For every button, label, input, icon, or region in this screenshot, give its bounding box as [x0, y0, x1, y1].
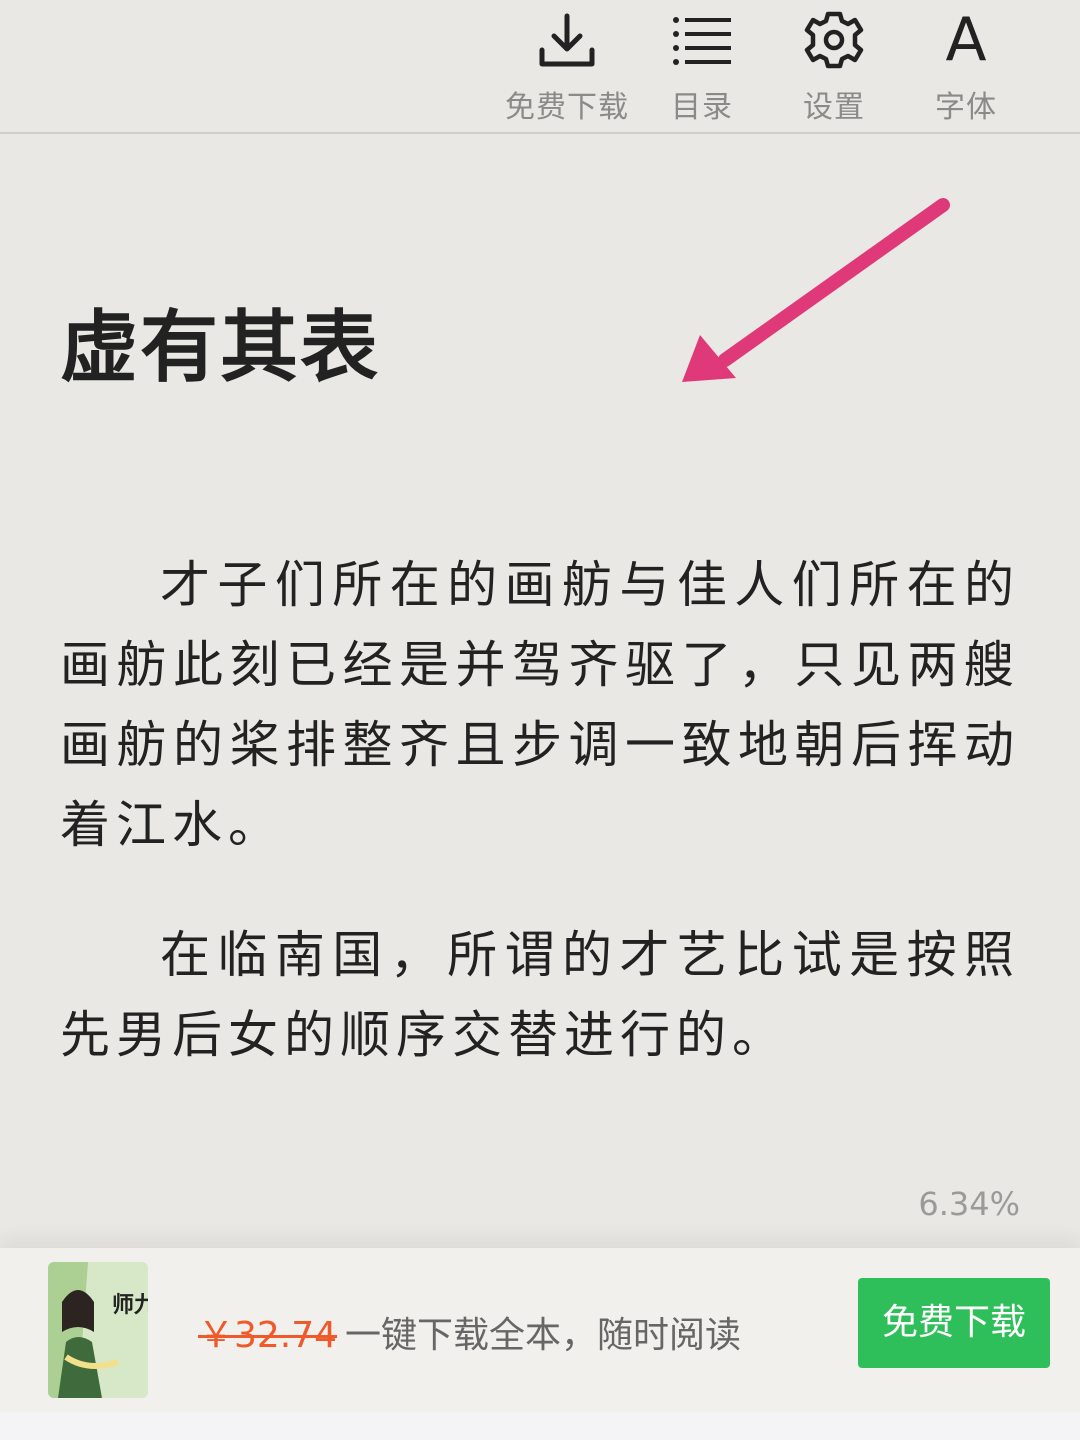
pink-arrow-annotation — [682, 198, 950, 382]
gear-icon — [804, 11, 864, 69]
toc-label: 目录 — [671, 90, 733, 125]
chapter-paragraph: 才子们所在的画舫与佳人们所在的画舫此刻已经是并驾齐驱了，只见两艘画舫的桨排整齐且… — [60, 556, 1020, 854]
settings-label: 设置 — [803, 90, 865, 125]
chapter-paragraph: 在临南国，所谓的才艺比试是按照先男后女的顺序交替进行的。 — [60, 926, 1020, 1064]
download-button[interactable]: 免费下载 — [497, 0, 637, 132]
download-icon — [539, 13, 595, 67]
reader-toolbar: 免费下载 目录 设置 A 字体 — [0, 0, 1080, 134]
font-label: 字体 — [935, 90, 997, 125]
font-icon: A — [945, 5, 987, 75]
system-nav-strip — [0, 1412, 1080, 1440]
toc-button[interactable]: 目录 — [632, 0, 772, 132]
book-cover-illustration: 师九妹 — [48, 1262, 148, 1398]
download-promo-bar: 师九妹 ￥32.74 一键下载全本，随时阅读 免费下载 — [0, 1248, 1080, 1412]
reading-progress: 6.34% — [918, 1185, 1020, 1223]
free-download-button[interactable]: 免费下载 — [858, 1278, 1050, 1368]
book-cover[interactable]: 师九妹 — [48, 1262, 148, 1398]
cover-title: 师九妹 — [112, 1292, 148, 1318]
promo-text: 一键下载全本，随时阅读 — [345, 1315, 742, 1356]
font-button[interactable]: A 字体 — [896, 0, 1036, 132]
original-price: ￥32.74 — [198, 1315, 338, 1356]
chapter-title: 虚有其表 — [60, 303, 381, 393]
download-label: 免费下载 — [505, 90, 629, 125]
list-icon — [673, 17, 731, 65]
settings-button[interactable]: 设置 — [764, 0, 904, 132]
